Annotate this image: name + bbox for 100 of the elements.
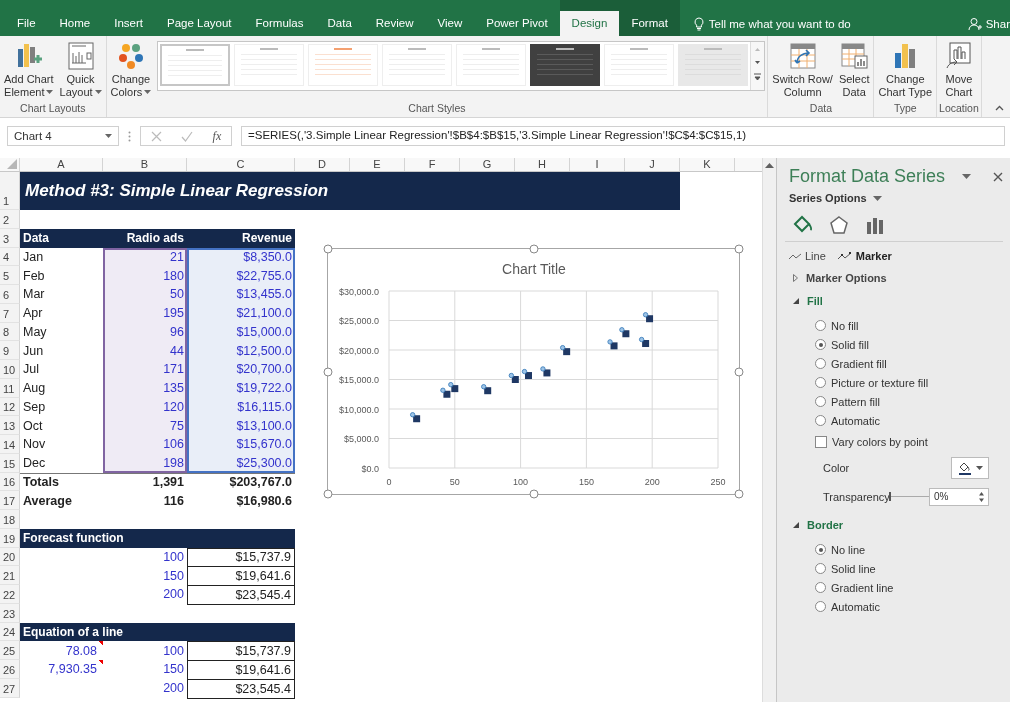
ribbon-tab[interactable]: Review <box>363 0 426 36</box>
ribbon-tab[interactable]: Page Layout <box>155 0 244 36</box>
vertical-scrollbar[interactable] <box>762 158 776 702</box>
ribbon-tab[interactable]: Data <box>315 0 364 36</box>
row-number[interactable]: 14 <box>0 435 20 454</box>
row-number[interactable]: 5 <box>0 266 20 285</box>
ribbon-button[interactable]: Select Data <box>836 40 872 100</box>
radio-button[interactable] <box>815 563 826 574</box>
resize-handle[interactable] <box>529 489 538 499</box>
row-number[interactable]: 18 <box>0 510 20 529</box>
row-number[interactable]: 1 <box>0 172 20 210</box>
ribbon-tab[interactable]: View <box>425 0 475 36</box>
row-number[interactable]: 26 <box>0 660 20 679</box>
table-cell: 116 <box>163 493 184 508</box>
column-header[interactable]: G <box>460 158 515 171</box>
resize-handle[interactable] <box>734 244 744 254</box>
data-point[interactable] <box>481 384 492 395</box>
cancel-icon[interactable] <box>150 130 162 142</box>
pane-subtab[interactable]: Marker <box>837 250 892 262</box>
ribbon-tab[interactable]: Power Pivot <box>474 0 560 36</box>
color-picker[interactable] <box>951 456 989 479</box>
radio-button[interactable] <box>815 396 826 407</box>
resize-handle[interactable] <box>734 489 744 499</box>
radio-button[interactable] <box>815 320 826 331</box>
data-point[interactable] <box>540 366 551 377</box>
ribbon-button[interactable]: Change Colors <box>108 40 154 100</box>
section-toggle[interactable]: Fill <box>789 294 1003 308</box>
radio-button[interactable] <box>815 339 826 350</box>
row-number[interactable]: 2 <box>0 210 20 229</box>
check-icon[interactable] <box>181 130 194 142</box>
resize-handle[interactable] <box>323 244 333 254</box>
section-toggle[interactable]: Border <box>789 518 1003 532</box>
ribbon-button[interactable]: Move Chart <box>941 40 976 100</box>
row-number[interactable]: 13 <box>0 416 20 435</box>
column-header[interactable]: J <box>625 158 680 171</box>
radio-button[interactable] <box>815 358 826 369</box>
drag-handle-icon[interactable] <box>128 130 131 142</box>
column-header[interactable]: D <box>295 158 350 171</box>
ribbon-tab[interactable]: Formulas <box>243 0 316 36</box>
resize-handle[interactable] <box>323 367 333 376</box>
data-point[interactable] <box>508 372 519 383</box>
pane-menu-icon[interactable] <box>962 174 971 179</box>
scroll-up-icon[interactable] <box>765 162 774 168</box>
axis-label: 250 <box>710 477 726 487</box>
checkbox[interactable] <box>815 435 827 448</box>
row-number[interactable]: 22 <box>0 585 20 604</box>
row-number[interactable]: 6 <box>0 285 20 304</box>
ribbon-tab[interactable]: Insert <box>102 0 155 36</box>
radio-button[interactable] <box>815 601 826 612</box>
close-icon[interactable] <box>993 171 1003 182</box>
tell-me-search[interactable]: Tell me what you want to do <box>708 17 851 30</box>
ribbon-tab[interactable]: Format <box>619 0 680 36</box>
caret-icon <box>46 89 54 94</box>
ribbon-tab[interactable]: Design <box>559 0 620 36</box>
column-header[interactable]: K <box>680 158 735 171</box>
data-point[interactable] <box>607 339 618 350</box>
series-options-dropdown[interactable]: Series Options <box>789 192 867 204</box>
row-number[interactable]: 21 <box>0 566 20 585</box>
resize-handle[interactable] <box>734 367 744 376</box>
section-toggle[interactable]: Marker Options <box>789 271 1003 285</box>
column-header[interactable]: F <box>405 158 460 171</box>
row-number[interactable]: 10 <box>0 360 20 379</box>
data-point[interactable] <box>560 345 571 356</box>
data-point[interactable] <box>410 412 421 423</box>
ribbon-button[interactable]: Quick Layout <box>57 40 104 100</box>
ribbon-tab[interactable]: File <box>0 0 48 36</box>
data-point[interactable] <box>642 312 654 323</box>
resize-handle[interactable] <box>529 244 538 254</box>
share-button[interactable]: Shar <box>985 17 1010 30</box>
data-point[interactable] <box>521 368 532 380</box>
column-header[interactable]: H <box>515 158 570 171</box>
radio-button[interactable] <box>815 582 826 593</box>
ribbon-tab[interactable]: Home <box>47 0 103 36</box>
collapse-ribbon-icon[interactable] <box>995 105 1004 111</box>
pane-subtab[interactable]: Line <box>789 250 826 262</box>
column-header[interactable]: E <box>350 158 405 171</box>
radio-button[interactable] <box>815 544 826 555</box>
data-point[interactable] <box>619 327 630 338</box>
column-header[interactable]: I <box>570 158 625 171</box>
ribbon-button[interactable]: Add Chart Element <box>2 40 56 100</box>
ribbon-button[interactable]: Switch Row/ Column <box>770 40 835 100</box>
spin-field[interactable]: 0% <box>929 487 989 506</box>
chart-style-thumbnail[interactable] <box>530 44 601 86</box>
data-point[interactable] <box>440 387 451 398</box>
data-point[interactable] <box>448 382 459 393</box>
column-header[interactable]: C <box>187 158 295 171</box>
row-number[interactable]: 25 <box>0 641 20 660</box>
insert-function-button[interactable]: fx <box>212 128 222 144</box>
ribbon-button[interactable]: Change Chart Type <box>876 40 935 100</box>
data-point[interactable] <box>639 336 650 347</box>
formula-input[interactable]: =SERIES(,'3.Simple Linear Regression'!$B$4:$B$15,'3.Simple Linear Regression'!$C$4:$C$15,1) <box>241 126 1005 146</box>
row-number[interactable]: 9 <box>0 341 20 360</box>
radio-button[interactable] <box>815 415 826 426</box>
column-header[interactable]: A <box>20 158 103 171</box>
resize-handle[interactable] <box>323 489 333 499</box>
radio-button[interactable] <box>815 377 826 388</box>
chart-title[interactable]: Chart Title <box>502 261 566 277</box>
column-header[interactable]: B <box>103 158 187 171</box>
name-box[interactable]: Chart 4 <box>7 126 119 146</box>
row-number[interactable]: 17 <box>0 491 20 510</box>
